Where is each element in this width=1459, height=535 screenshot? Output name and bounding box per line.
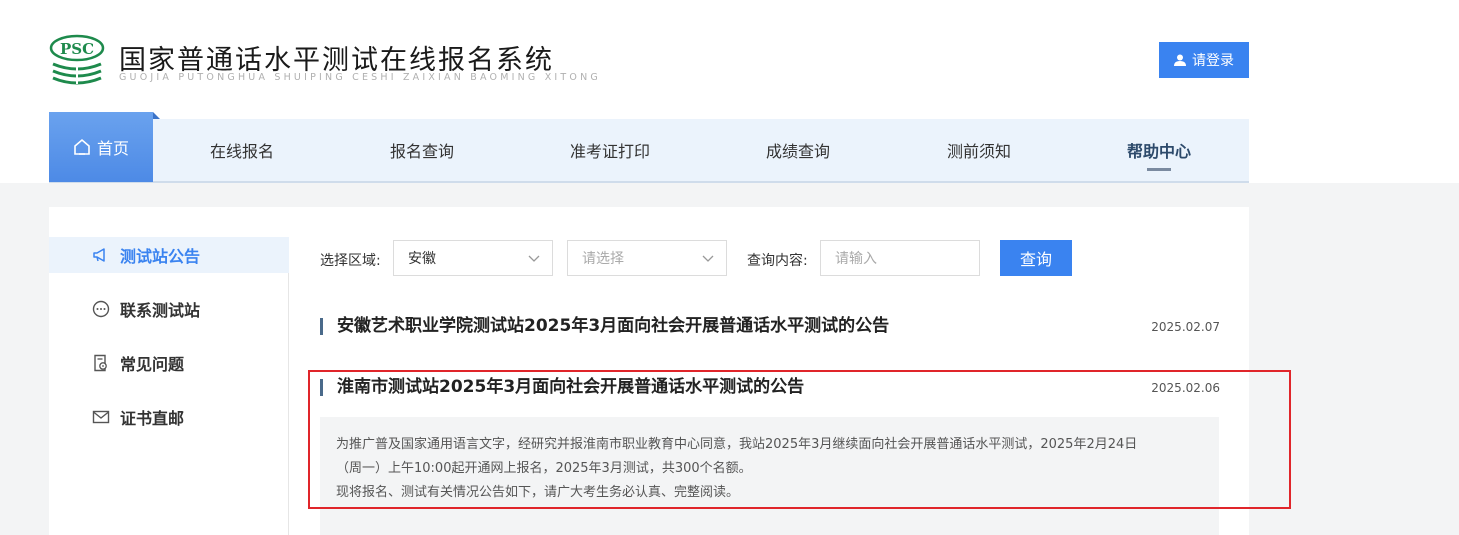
- psc-logo: PSC: [49, 34, 105, 86]
- region-value: 安徽: [408, 251, 436, 267]
- station-placeholder: 请选择: [582, 251, 624, 267]
- user-icon: [1174, 54, 1186, 66]
- chat-icon: [92, 300, 110, 318]
- query-placeholder: 请输入: [835, 251, 877, 267]
- sidebar-item-faq[interactable]: 常见问题: [49, 345, 289, 381]
- sidebar-item-label: 常见问题: [120, 355, 185, 374]
- notice-date: 2025.02.06: [1151, 380, 1220, 395]
- query-button[interactable]: 查询: [1000, 240, 1072, 276]
- chevron-down-icon: [702, 255, 714, 262]
- nav-admission-print[interactable]: 准考证打印: [560, 119, 660, 181]
- sidebar: 测试站公告 联系测试站 常见问题 证书直邮: [49, 237, 289, 535]
- nav-score-query[interactable]: 成绩查询: [748, 119, 848, 181]
- sidebar-item-label: 测试站公告: [120, 247, 201, 266]
- notice-continuation: [320, 507, 1219, 535]
- nav-home-label: 首页: [96, 139, 129, 158]
- login-button[interactable]: 请登录: [1159, 42, 1249, 78]
- chevron-down-icon: [528, 255, 540, 262]
- nav-help-center[interactable]: 帮助中心: [1109, 119, 1209, 181]
- station-select[interactable]: 请选择: [567, 240, 727, 276]
- query-label: 查询内容:: [747, 253, 808, 269]
- nav-registration-query[interactable]: 报名查询: [372, 119, 472, 181]
- svg-text:PSC: PSC: [60, 40, 94, 58]
- notice-item: 安徽艺术职业学院测试站2025年3月面向社会开展普通话水平测试的公告 2025.…: [320, 318, 1220, 335]
- login-label: 请登录: [1192, 53, 1234, 69]
- main-nav: 首页 在线报名 报名查询 准考证打印 成绩查询 测前须知 帮助中心: [49, 112, 1249, 183]
- nav-online-registration[interactable]: 在线报名: [192, 119, 292, 181]
- notice-date: 2025.02.07: [1151, 319, 1220, 334]
- home-icon: [74, 138, 90, 155]
- site-subtitle: GUOJIA PUTONGHUA SHUIPING CESHI ZAIXIAN …: [119, 72, 601, 83]
- sidebar-item-label: 证书直邮: [120, 409, 185, 428]
- mail-icon: [92, 410, 110, 424]
- query-input[interactable]: 请输入: [820, 240, 980, 276]
- notice-summary-line: 为推广普及国家通用语言文字，经研究并报淮南市职业教育中心同意，我站2025年3月…: [336, 437, 1138, 452]
- nav-test-notes[interactable]: 测前须知: [929, 119, 1029, 181]
- question-doc-icon: [94, 354, 107, 372]
- page: PSC 国家普通话水平测试在线报名系统 GUOJIA PUTONGHUA SHU…: [0, 0, 1459, 535]
- notice-title[interactable]: 淮南市测试站2025年3月面向社会开展普通话水平测试的公告: [320, 379, 804, 396]
- notice-item: 淮南市测试站2025年3月面向社会开展普通话水平测试的公告 2025.02.06: [320, 379, 1220, 396]
- region-label: 选择区域:: [320, 253, 381, 269]
- notice-title[interactable]: 安徽艺术职业学院测试站2025年3月面向社会开展普通话水平测试的公告: [320, 318, 889, 335]
- sidebar-item-certificate-mail[interactable]: 证书直邮: [49, 399, 289, 435]
- sidebar-item-label: 联系测试站: [120, 301, 201, 320]
- nav-home[interactable]: 首页: [49, 112, 160, 182]
- sidebar-item-announcements[interactable]: 测试站公告: [49, 237, 289, 273]
- notice-summary-line: 现将报名、测试有关情况公告如下，请广大考生务必认真、完整阅读。: [336, 485, 740, 500]
- active-tab-indicator: [1147, 168, 1171, 171]
- megaphone-icon: [93, 248, 105, 262]
- sidebar-item-contact[interactable]: 联系测试站: [49, 291, 289, 327]
- content-card: 测试站公告 联系测试站 常见问题 证书直邮 选择区域: 安徽 请选择 查询内容:…: [49, 207, 1249, 535]
- nav-help-label: 帮助中心: [1126, 142, 1191, 161]
- notice-summary: 为推广普及国家通用语言文字，经研究并报淮南市职业教育中心同意，我站2025年3月…: [320, 417, 1219, 507]
- region-select[interactable]: 安徽: [393, 240, 553, 276]
- notice-summary-line: （周一）上午10:00起开通网上报名，2025年3月测试，共300个名额。: [336, 461, 752, 476]
